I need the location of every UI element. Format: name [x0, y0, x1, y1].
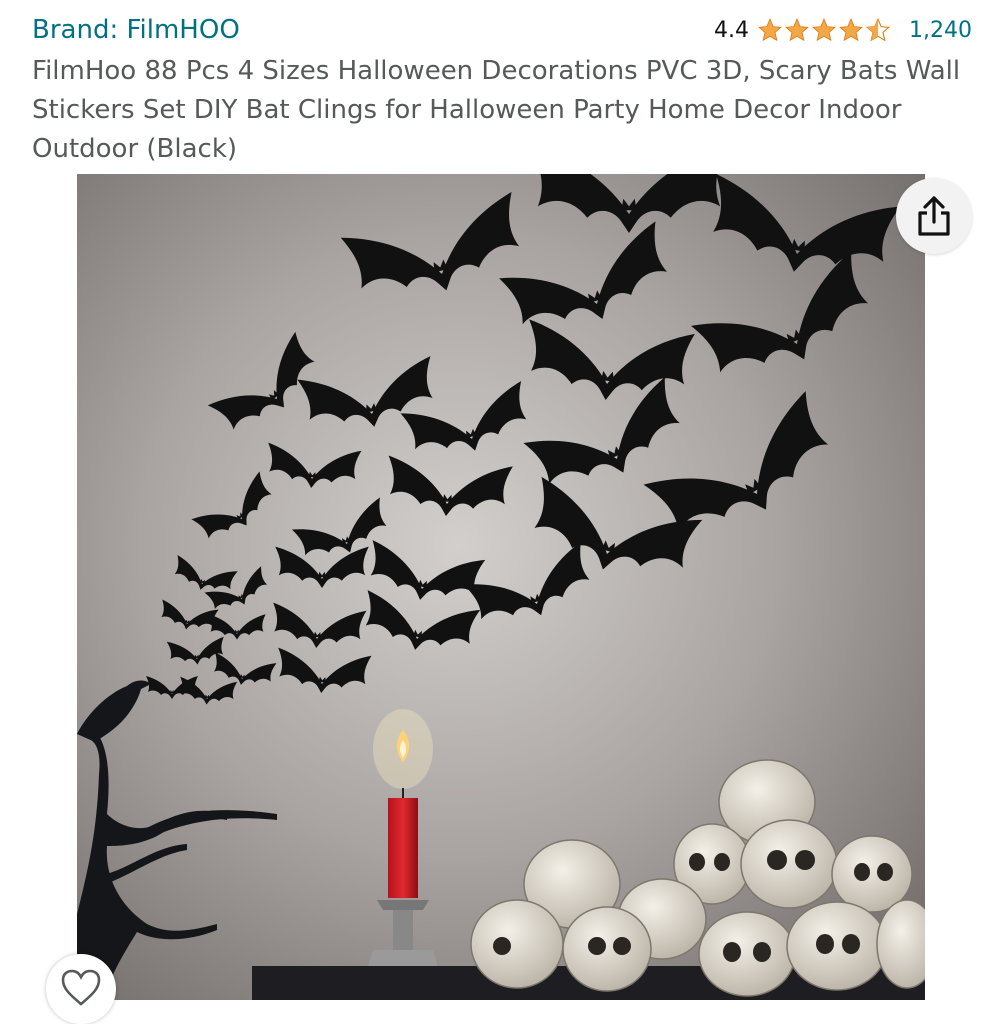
share-icon	[918, 196, 950, 236]
rating-group: 4.4 1,240	[714, 17, 972, 43]
star-rating[interactable]	[757, 17, 891, 43]
product-image[interactable]	[77, 174, 925, 1000]
star-icon	[812, 18, 836, 42]
brand-link[interactable]: Brand: FilmHOO	[32, 15, 240, 45]
star-half-icon	[865, 17, 891, 42]
product-title: FilmHoo 88 Pcs 4 Sizes Halloween Decorat…	[32, 56, 961, 164]
star-icon	[785, 18, 809, 42]
share-button[interactable]	[896, 178, 972, 254]
heart-outline-icon	[61, 969, 101, 1006]
header-row: Brand: FilmHOO 4.4 1,240	[32, 10, 972, 50]
wishlist-button[interactable]	[46, 954, 116, 1024]
rating-value: 4.4	[714, 17, 750, 43]
halloween-bats-photo	[77, 174, 925, 1000]
star-icon	[758, 18, 782, 42]
star-icon	[839, 18, 863, 42]
rating-count-link[interactable]: 1,240	[909, 18, 972, 43]
